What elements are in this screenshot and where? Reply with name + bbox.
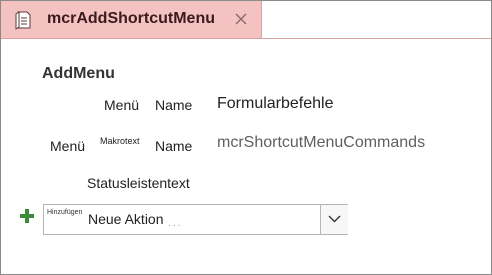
status-bar-text-label: Statusleistentext (87, 175, 190, 191)
menu-label: Menü (50, 138, 86, 154)
action-heading[interactable]: AddMenu (42, 65, 115, 83)
dropdown-button[interactable] (320, 205, 348, 234)
tab-mcraddshortcutmenu[interactable]: mcrAddShortcutMenu (1, 1, 262, 38)
name-label: Name (155, 97, 193, 113)
new-action-combobox[interactable]: Hinzufügen Neue Aktion ... (43, 204, 348, 235)
combo-hint: Hinzufügen (47, 209, 83, 216)
menu-macro-name-value[interactable]: mcrShortcutMenuCommands (217, 134, 425, 152)
macro-document-icon (13, 10, 33, 30)
chevron-down-icon (328, 215, 341, 223)
combo-ellipsis-decoration: ... (168, 218, 183, 229)
plus-icon[interactable] (20, 209, 34, 223)
close-icon[interactable] (232, 10, 250, 28)
macro-text-label: Makrotext (100, 136, 140, 146)
document-tab-bar: mcrAddShortcutMenu (1, 1, 491, 39)
name-label: Name (155, 138, 193, 154)
tab-title: mcrAddShortcutMenu (47, 10, 215, 27)
menu-label: Menü (104, 97, 140, 113)
macro-designer-window: mcrAddShortcutMenu AddMenu Menü Name For… (0, 0, 492, 275)
menu-name-value[interactable]: Formularbefehle (217, 95, 334, 113)
combo-value: Neue Aktion (88, 211, 164, 227)
